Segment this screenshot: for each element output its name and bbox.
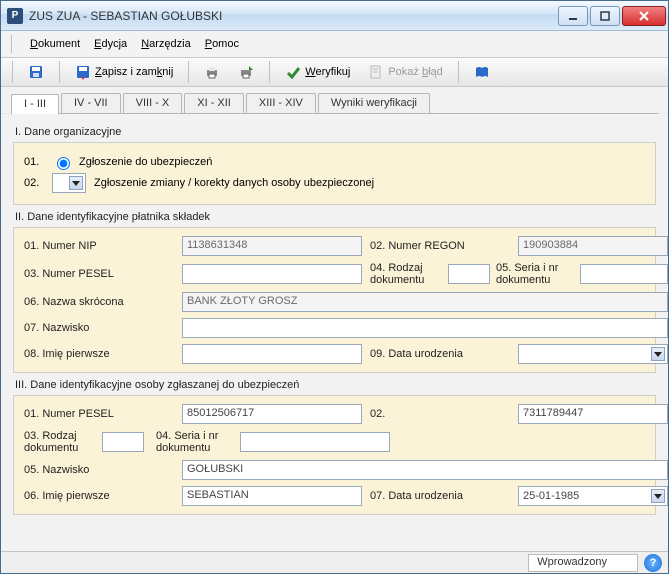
print-preview-button[interactable] [232, 61, 260, 83]
app-icon: P [7, 8, 23, 24]
tabs-row: I - III IV - VII VIII - X XI - XII XIII … [1, 87, 668, 113]
chevron-down-icon [651, 489, 665, 503]
lbl-seria-dok: 05. Seria i nr dokumentu [496, 262, 574, 286]
lbl-nazwa: 06. Nazwa skrócona [24, 296, 174, 308]
menubar-grip [11, 35, 12, 53]
field3-data-value: 25-01-1985 [523, 490, 579, 502]
field3-imie[interactable]: SEBASTIAN [182, 486, 362, 506]
menu-narzedzia[interactable]: Narzędzia [141, 38, 191, 50]
section3-panel: 01. Numer PESEL 85012506717 02. 73117894… [13, 395, 656, 515]
field-regon[interactable]: 190903884 [518, 236, 668, 256]
field-nip[interactable]: 1138631348 [182, 236, 362, 256]
field3-nazwisko[interactable]: GOŁUBSKI [182, 460, 668, 480]
field3-pesel[interactable]: 85012506717 [182, 404, 362, 424]
printer-direct-icon [238, 64, 254, 80]
lbl-nip: 01. Numer NIP [24, 240, 174, 252]
section2-title: II. Dane identyfikacyjne płatnika składe… [15, 211, 656, 223]
minimize-button[interactable] [558, 6, 588, 26]
section2-panel: 01. Numer NIP 1138631348 02. Numer REGON… [13, 227, 656, 373]
lbl-regon: 02. Numer REGON [370, 240, 510, 252]
tab-4-7[interactable]: IV - VII [61, 93, 121, 113]
row2-select[interactable] [52, 173, 86, 193]
book-icon [474, 64, 490, 80]
lbl-pesel: 03. Numer PESEL [24, 268, 174, 280]
app-window: P ZUS ZUA - SEBASTIAN GOŁUBSKI Dokument … [0, 0, 669, 574]
lbl3-nazwisko: 05. Nazwisko [24, 464, 174, 476]
help-book-button[interactable] [468, 61, 496, 83]
radio-zgloszenie-input[interactable] [57, 157, 70, 170]
menu-dokument[interactable]: Dokument [30, 38, 80, 50]
toolbar: Zapisz i zamknij Weryfikuj Pokaż błąd [1, 58, 668, 87]
status-state: Wprowadzony [528, 554, 638, 572]
tab-1-3[interactable]: I - III [11, 94, 59, 114]
radio-zgloszenie-label: Zgłoszenie do ubezpieczeń [79, 156, 212, 168]
tab-results[interactable]: Wyniki weryfikacji [318, 93, 430, 113]
verify-button[interactable]: Weryfikuj [279, 61, 356, 83]
minimize-icon [568, 11, 578, 21]
help-icon: ? [650, 557, 657, 569]
field3-seria[interactable] [240, 432, 390, 452]
window-title: ZUS ZUA - SEBASTIAN GOŁUBSKI [29, 9, 558, 23]
window-buttons [558, 6, 666, 26]
radio-zgloszenie[interactable]: Zgłoszenie do ubezpieczeń [52, 154, 212, 170]
row2-num: 02. [24, 177, 52, 189]
field-nazwa[interactable]: BANK ZŁOTY GROSZ [182, 292, 668, 312]
tab-8-10[interactable]: VIII - X [123, 93, 183, 113]
menu-pomoc[interactable]: Pomoc [205, 38, 239, 50]
section1-panel: 01. Zgłoszenie do ubezpieczeń 02. Zgłosz… [13, 142, 656, 205]
document-icon [368, 64, 384, 80]
chevron-down-icon [651, 347, 665, 361]
lbl3-02: 02. [370, 408, 510, 420]
row1-num: 01. [24, 156, 52, 168]
titlebar: P ZUS ZUA - SEBASTIAN GOŁUBSKI [1, 1, 668, 31]
content-area: I. Dane organizacyjne 01. Zgłoszenie do … [1, 114, 668, 551]
field3-02[interactable]: 7311789447 [518, 404, 668, 424]
help-button[interactable]: ? [644, 554, 662, 572]
statusbar: Wprowadzony ? [1, 551, 668, 573]
close-button[interactable] [622, 6, 666, 26]
floppy-arrow-icon [75, 64, 91, 80]
lbl3-imie: 06. Imię pierwsze [24, 490, 174, 502]
save-button[interactable] [22, 61, 50, 83]
menubar: Dokument Edycja Narzędzia Pomoc [1, 31, 668, 58]
printer-icon [204, 64, 220, 80]
lbl3-pesel: 01. Numer PESEL [24, 408, 174, 420]
field3-data[interactable]: 25-01-1985 [518, 486, 668, 506]
maximize-icon [600, 11, 610, 21]
section3-title: III. Dane identyfikacyjne osoby zgłaszan… [15, 379, 656, 391]
lbl3-rodzaj: 03. Rodzaj dokumentu [24, 430, 96, 454]
menu-edycja[interactable]: Edycja [94, 38, 127, 50]
field-pesel[interactable] [182, 264, 362, 284]
field-nazwisko2[interactable] [182, 318, 668, 338]
section1-title: I. Dane organizacyjne [15, 126, 656, 138]
tab-11-12[interactable]: XI - XII [184, 93, 244, 113]
show-error-button[interactable]: Pokaż błąd [362, 61, 448, 83]
field-imie2[interactable] [182, 344, 362, 364]
print-button[interactable] [198, 61, 226, 83]
lbl3-data: 07. Data urodzenia [370, 490, 510, 502]
lbl-nazwisko2: 07. Nazwisko [24, 322, 174, 334]
lbl-rodzaj-dok: 04. Rodzaj dokumentu [370, 262, 442, 286]
field-data2[interactable] [518, 344, 668, 364]
maximize-button[interactable] [590, 6, 620, 26]
field-rodzaj-dok[interactable] [448, 264, 490, 284]
row2-label: Zgłoszenie zmiany / korekty danych osoby… [94, 177, 374, 189]
lbl-imie2: 08. Imię pierwsze [24, 348, 174, 360]
lbl3-seria: 04. Seria i nr dokumentu [156, 430, 234, 454]
tab-13-14[interactable]: XIII - XIV [246, 93, 316, 113]
field3-rodzaj[interactable] [102, 432, 144, 452]
close-icon [639, 11, 649, 21]
toolbar-grip [12, 61, 13, 83]
lbl-data2: 09. Data urodzenia [370, 348, 510, 360]
field-seria-dok[interactable] [580, 264, 668, 284]
floppy-icon [28, 64, 44, 80]
check-icon [285, 64, 301, 80]
save-close-button[interactable]: Zapisz i zamknij [69, 61, 179, 83]
chevron-down-icon [69, 176, 83, 190]
